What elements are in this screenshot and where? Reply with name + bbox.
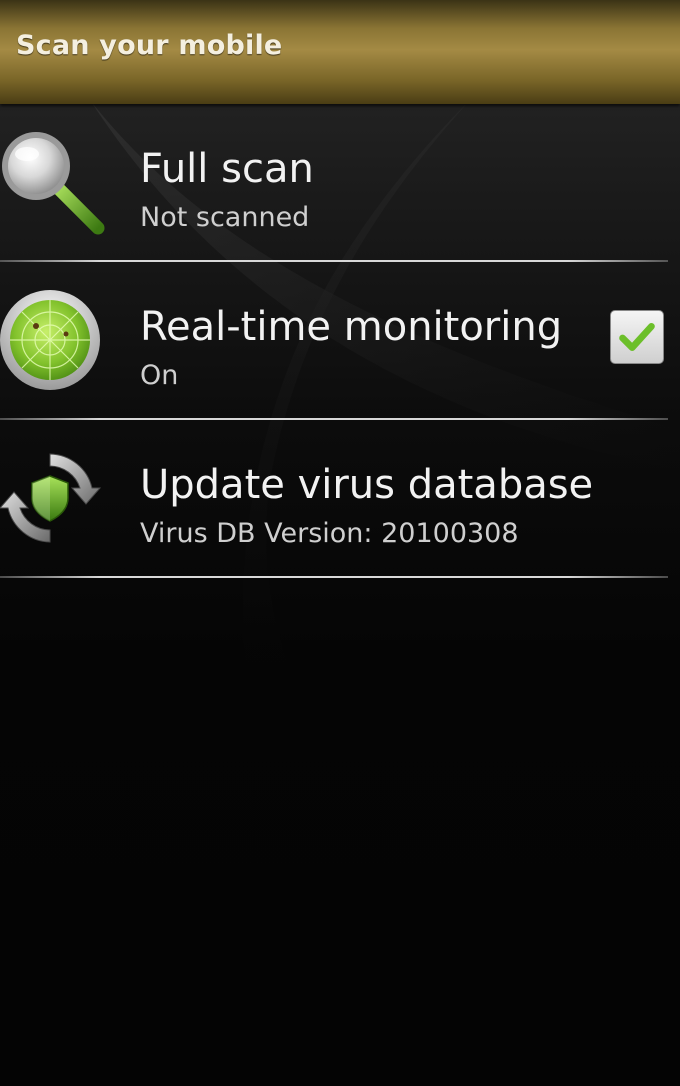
list-item-full-scan[interactable]: Full scan Not scanned	[0, 104, 680, 262]
realtime-monitoring-title: Real-time monitoring	[140, 304, 563, 350]
virus-db-version: Virus DB Version: 20100308	[140, 518, 519, 549]
title-bar: Scan your mobile	[0, 0, 680, 104]
app-screen: Scan your mobile Full scan Not scanned R…	[0, 0, 680, 1086]
checkmark-icon	[619, 323, 655, 351]
list-item-update-database[interactable]: Update virus database Virus DB Version: …	[0, 420, 680, 578]
divider	[0, 576, 668, 578]
radar-icon	[0, 290, 100, 390]
shield-refresh-icon	[0, 453, 102, 543]
full-scan-status: Not scanned	[140, 202, 310, 233]
list-item-realtime-monitoring[interactable]: Real-time monitoring On	[0, 262, 680, 420]
full-scan-title: Full scan	[140, 146, 314, 192]
page-title: Scan your mobile	[16, 30, 283, 61]
menu-list: Full scan Not scanned Real-time monitori…	[0, 104, 680, 578]
update-database-title: Update virus database	[140, 462, 594, 508]
realtime-monitoring-checkbox[interactable]	[610, 310, 664, 364]
realtime-monitoring-status: On	[140, 360, 179, 391]
magnifier-icon	[2, 132, 105, 235]
